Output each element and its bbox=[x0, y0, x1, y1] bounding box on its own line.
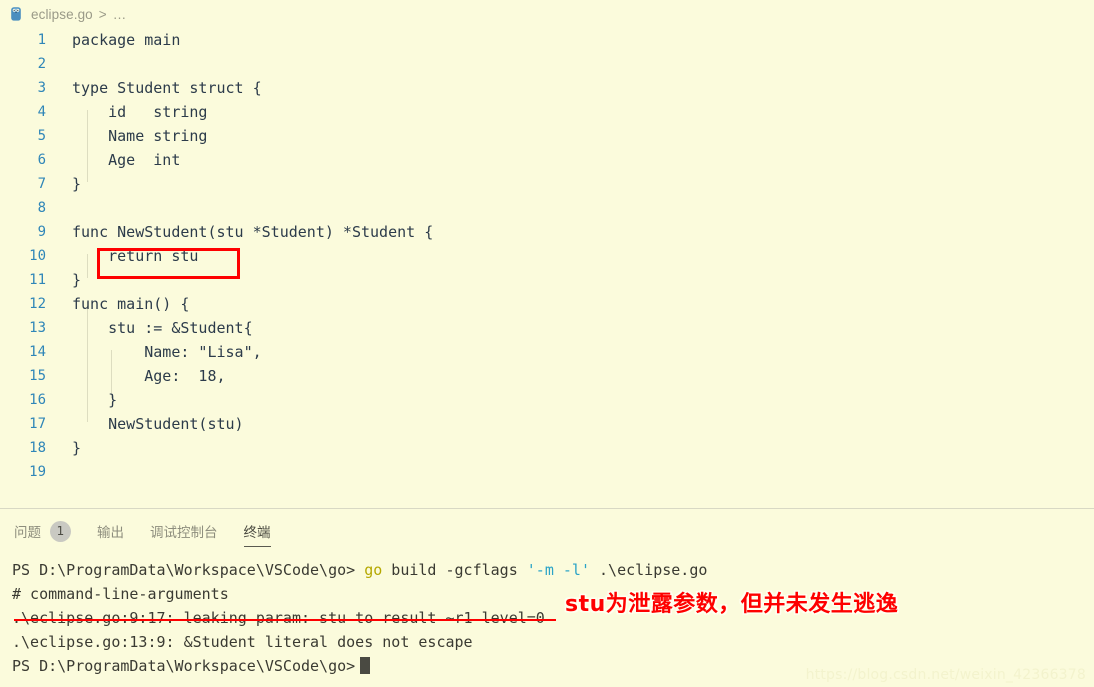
code-line[interactable]: 12 func main() { bbox=[0, 292, 1094, 316]
terminal-command-line: PS D:\ProgramData\Workspace\VSCode\go> g… bbox=[12, 558, 1094, 582]
code-line[interactable]: 17 NewStudent(stu) bbox=[0, 412, 1094, 436]
watermark: https://blog.csdn.net/weixin_42366378 bbox=[805, 667, 1086, 683]
panel-tab-label: 问题 bbox=[14, 525, 41, 541]
code-line-text: Age int bbox=[72, 151, 181, 169]
line-number: 16 bbox=[29, 392, 46, 408]
terminal-token-build: build -gcflags bbox=[382, 561, 527, 579]
panel-tab-0[interactable]: 问题 1 bbox=[14, 509, 71, 553]
code-line[interactable]: 3 type Student struct { bbox=[0, 76, 1094, 100]
code-line-text: type Student struct { bbox=[72, 79, 262, 97]
line-number: 9 bbox=[37, 224, 46, 240]
terminal-token-file: .\eclipse.go bbox=[589, 561, 708, 579]
code-line-text: Name string bbox=[72, 127, 208, 145]
code-line-text: } bbox=[72, 271, 82, 289]
vscode-window: eclipse.go > … 1 package main 2 3 type Stude… bbox=[0, 0, 1094, 687]
code-line-text: Name: "Lisa", bbox=[72, 343, 262, 361]
line-number: 10 bbox=[29, 248, 46, 264]
breadcrumb-ellipsis[interactable]: … bbox=[113, 7, 127, 22]
code-line-text: } bbox=[72, 175, 82, 193]
panel-tab-1[interactable]: 输出 bbox=[97, 509, 124, 553]
line-number: 6 bbox=[37, 152, 46, 168]
code-line[interactable]: 14 Name: "Lisa", bbox=[0, 340, 1094, 364]
panel-tab-bar[interactable]: 问题 1 输出 调试控制台 终端 bbox=[0, 509, 1094, 553]
line-number: 5 bbox=[37, 128, 46, 144]
code-line[interactable]: 15 Age: 18, bbox=[0, 364, 1094, 388]
line-number: 19 bbox=[29, 464, 46, 480]
code-line-text: Age: 18, bbox=[72, 367, 226, 385]
red-text-annotation: stu为泄露参数，但并未发生逃逸 bbox=[565, 592, 899, 617]
terminal-line-does-not-escape: .\eclipse.go:13:9: &Student literal does… bbox=[12, 633, 473, 651]
code-line[interactable]: 13 stu := &Student{ bbox=[0, 316, 1094, 340]
code-line[interactable]: 18} bbox=[0, 436, 1094, 460]
line-number: 18 bbox=[29, 440, 46, 456]
code-line[interactable]: 2 bbox=[0, 52, 1094, 76]
terminal-line-leaking-param: .\eclipse.go:9:17: leaking param: stu to… bbox=[12, 609, 545, 627]
breadcrumb[interactable]: eclipse.go > … bbox=[0, 0, 1094, 28]
code-line-text: } bbox=[72, 391, 118, 409]
line-number: 14 bbox=[29, 344, 46, 360]
line-number: 2 bbox=[37, 56, 46, 72]
code-line[interactable]: 8 bbox=[0, 196, 1094, 220]
code-line[interactable]: 5 Name string bbox=[0, 124, 1094, 148]
terminal-line-package: # command-line-arguments bbox=[12, 585, 229, 603]
code-line-text: stu := &Student{ bbox=[72, 319, 253, 337]
terminal-prompt-text: PS D:\ProgramData\Workspace\VSCode\go> bbox=[12, 657, 356, 675]
code-line-text: id string bbox=[72, 103, 208, 121]
code-line[interactable]: 9 func NewStudent(stu *Student) *Student … bbox=[0, 220, 1094, 244]
panel-tab-badge: 1 bbox=[50, 520, 71, 542]
code-line[interactable]: 1 package main bbox=[0, 28, 1094, 52]
terminal-prompt: PS D:\ProgramData\Workspace\VSCode\go> bbox=[12, 561, 365, 579]
code-line[interactable]: 19 bbox=[0, 460, 1094, 484]
code-line-text: func main() { bbox=[72, 295, 190, 313]
line-number: 13 bbox=[29, 320, 46, 336]
terminal-token-flags: '-m -l' bbox=[526, 561, 590, 579]
panel-tab-label: 调试控制台 bbox=[150, 525, 218, 541]
red-underline-annotation bbox=[14, 619, 556, 621]
panel-tab-label: 终端 bbox=[243, 525, 271, 541]
code-line[interactable]: 4 id string bbox=[0, 100, 1094, 124]
terminal-token-go: go bbox=[364, 561, 383, 579]
line-number: 8 bbox=[37, 200, 46, 216]
code-line-text: } bbox=[72, 439, 82, 457]
panel-tab-2[interactable]: 调试控制台 bbox=[150, 509, 218, 553]
code-line-text: package main bbox=[72, 31, 181, 49]
code-line-text: NewStudent(stu) bbox=[72, 415, 244, 433]
line-number: 12 bbox=[29, 296, 46, 312]
code-line[interactable]: 6 Age int bbox=[0, 148, 1094, 172]
code-line[interactable]: 16 } bbox=[0, 388, 1094, 412]
panel-tab-label: 输出 bbox=[97, 525, 124, 541]
terminal-cursor bbox=[360, 657, 371, 674]
line-number: 4 bbox=[37, 104, 46, 120]
line-number: 7 bbox=[37, 176, 46, 192]
line-number: 11 bbox=[29, 272, 46, 288]
red-highlight-box-return-stu bbox=[97, 248, 240, 279]
line-number: 17 bbox=[29, 416, 46, 432]
breadcrumb-separator-icon: > bbox=[98, 6, 107, 22]
line-number: 3 bbox=[37, 80, 46, 96]
go-file-icon bbox=[8, 6, 24, 22]
line-number: 15 bbox=[29, 368, 46, 384]
panel-tab-3[interactable]: 终端 bbox=[243, 509, 271, 553]
code-line-text: func NewStudent(stu *Student) *Student { bbox=[72, 223, 434, 241]
line-number: 1 bbox=[37, 32, 46, 48]
code-line[interactable]: 7} bbox=[0, 172, 1094, 196]
breadcrumb-file-name[interactable]: eclipse.go bbox=[31, 7, 93, 22]
